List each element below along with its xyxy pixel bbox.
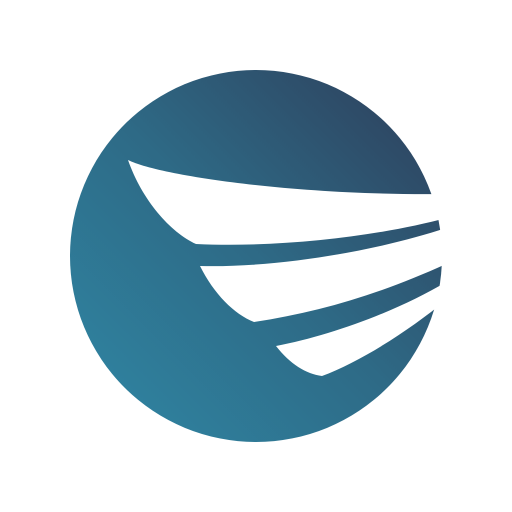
app-icon-canvas [0,0,512,512]
wing-globe-logo-icon [70,70,446,442]
